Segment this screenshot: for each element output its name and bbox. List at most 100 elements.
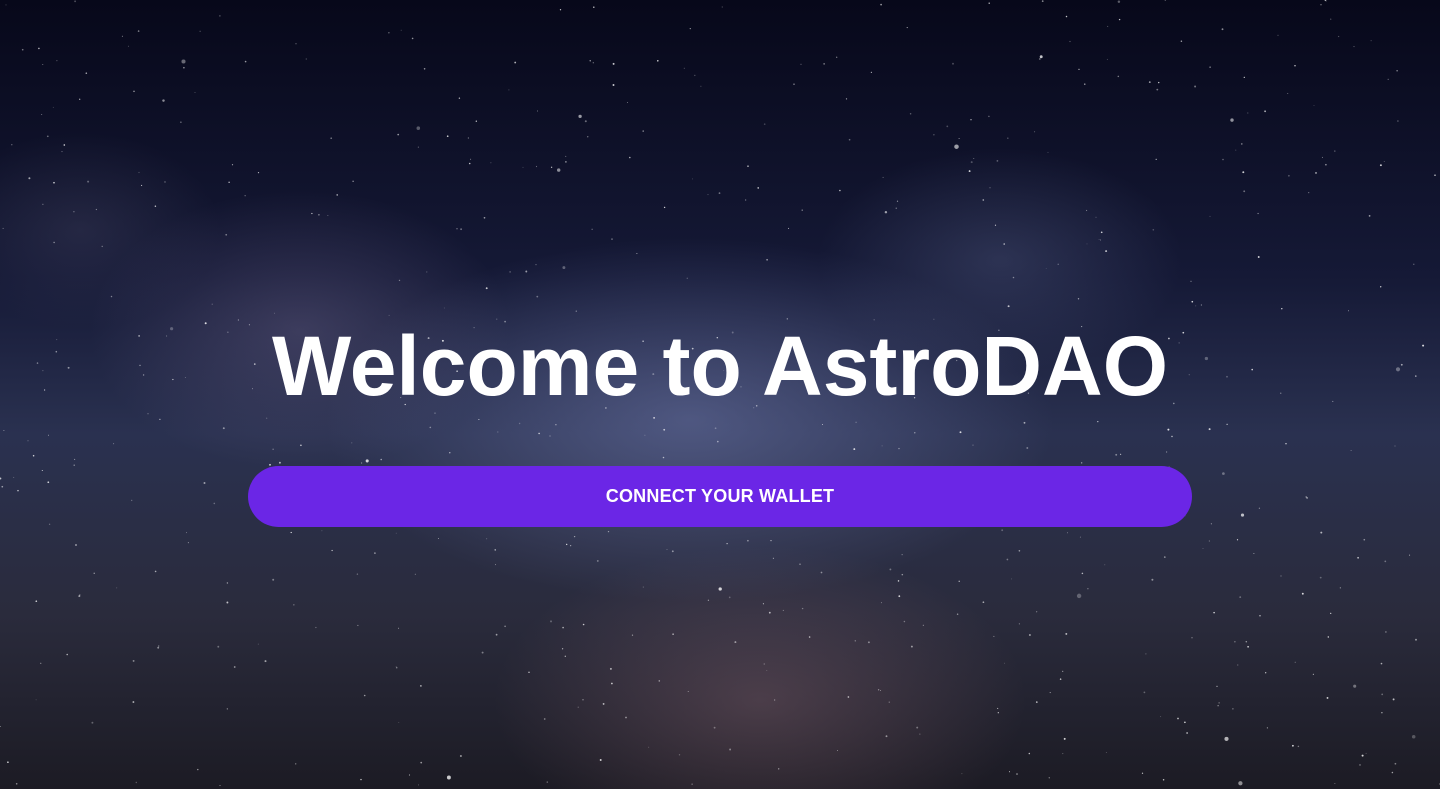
star <box>1059 678 1062 680</box>
star <box>446 135 449 138</box>
star <box>694 74 696 77</box>
star <box>365 459 369 463</box>
star <box>897 580 900 582</box>
star <box>1081 462 1083 464</box>
star <box>972 444 974 446</box>
star <box>766 669 768 671</box>
star <box>546 781 549 783</box>
landing-page: Welcome to AstroDAO CONNECT YOUR WALLET <box>0 0 1440 789</box>
star <box>187 542 189 544</box>
star <box>845 98 848 100</box>
star <box>1156 88 1159 91</box>
star <box>388 314 390 316</box>
star <box>420 761 423 764</box>
star <box>847 696 850 698</box>
star <box>671 550 674 553</box>
star <box>561 648 564 650</box>
star <box>820 571 823 574</box>
star <box>460 228 462 231</box>
star <box>1381 693 1384 696</box>
star <box>400 29 402 31</box>
star <box>1381 711 1383 714</box>
star <box>1162 778 1165 781</box>
star <box>1077 298 1080 300</box>
star <box>157 646 160 649</box>
star <box>801 607 804 610</box>
star <box>1087 588 1089 590</box>
star <box>1047 151 1049 153</box>
star <box>1235 149 1237 151</box>
star <box>726 542 728 545</box>
star <box>1334 150 1336 152</box>
star <box>898 447 900 450</box>
star <box>612 62 615 65</box>
star <box>194 91 196 93</box>
star <box>1222 472 1225 475</box>
star <box>952 62 954 65</box>
star <box>495 633 498 636</box>
star <box>1292 744 1294 747</box>
star <box>180 121 182 123</box>
star <box>1280 575 1282 577</box>
star <box>1034 131 1036 133</box>
star <box>75 544 77 546</box>
star <box>1191 300 1194 303</box>
star <box>707 599 710 601</box>
star <box>1065 632 1068 635</box>
star <box>1350 449 1352 452</box>
star <box>1258 507 1261 509</box>
star <box>1117 75 1120 78</box>
star <box>1117 0 1121 3</box>
star <box>1076 593 1082 599</box>
star <box>747 165 749 167</box>
star <box>3 430 5 432</box>
star <box>159 418 161 421</box>
star <box>1368 215 1371 217</box>
star <box>1155 158 1157 161</box>
star <box>257 171 260 174</box>
star <box>1397 120 1399 122</box>
star <box>1 485 4 488</box>
star <box>1242 171 1245 174</box>
star <box>504 625 506 628</box>
star <box>1164 0 1166 1</box>
star <box>1247 645 1249 648</box>
star <box>414 573 416 575</box>
star <box>356 573 359 575</box>
star <box>1106 58 1108 60</box>
star <box>17 489 19 492</box>
star <box>1237 664 1239 666</box>
star <box>13 476 15 478</box>
star <box>896 200 899 202</box>
star <box>15 783 18 785</box>
star <box>1245 641 1248 643</box>
star <box>311 212 313 215</box>
star <box>555 423 557 426</box>
star <box>1120 453 1122 455</box>
star <box>41 469 43 472</box>
star <box>1145 653 1147 655</box>
star <box>137 30 140 32</box>
star <box>485 287 488 290</box>
star <box>1006 558 1009 561</box>
star <box>1394 762 1397 765</box>
star <box>397 133 400 136</box>
star <box>593 6 595 8</box>
connect-wallet-button[interactable]: CONNECT YOUR WALLET <box>248 466 1192 527</box>
star <box>1259 615 1261 617</box>
star <box>592 62 594 64</box>
star <box>244 60 247 63</box>
star <box>1313 105 1315 107</box>
star <box>808 636 811 638</box>
star <box>611 238 613 240</box>
star <box>1320 531 1323 534</box>
star <box>48 434 49 436</box>
star <box>0 477 2 480</box>
star <box>483 216 486 219</box>
star <box>774 699 776 701</box>
star <box>1380 286 1382 288</box>
star <box>1104 564 1106 566</box>
star <box>183 66 185 69</box>
star <box>61 151 63 153</box>
star <box>1184 721 1186 724</box>
